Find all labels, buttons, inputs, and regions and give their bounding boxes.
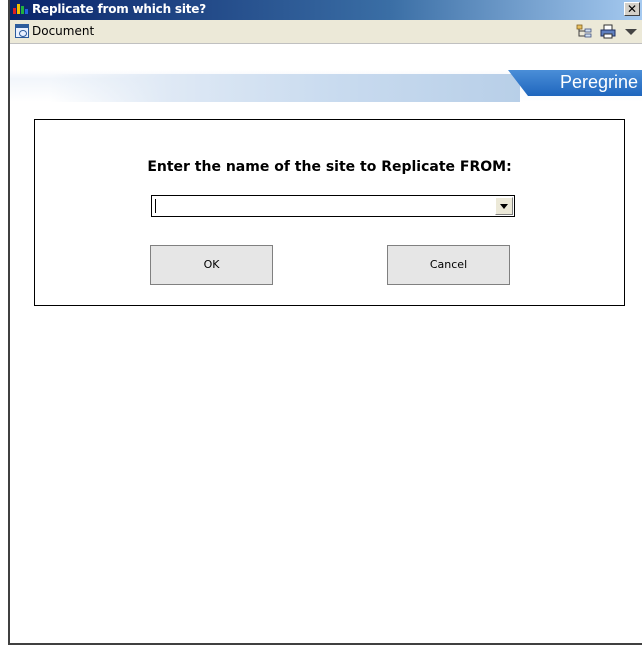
dropdown-menu-icon[interactable] [625,29,637,35]
header-banner: Peregrine [10,44,642,102]
prompt-label: Enter the name of the site to Replicate … [147,159,512,175]
close-button[interactable]: ✕ [624,2,640,16]
cancel-button[interactable]: Cancel [387,245,510,285]
brand-logo-text: Peregrine [559,72,638,92]
title-bar[interactable]: Replicate from which site? ✕ [10,0,642,20]
document-icon [15,24,29,38]
banner-glow [50,74,520,102]
text-caret [155,199,156,213]
tree-view-icon[interactable] [576,24,592,39]
app-icon [13,4,29,16]
document-tab[interactable]: Document [32,24,94,38]
site-select[interactable] [151,195,515,217]
chevron-down-icon[interactable] [495,197,513,215]
toolbar: Document [10,20,642,44]
dialog-window: Replicate from which site? ✕ Document Pe… [8,0,642,645]
print-icon[interactable] [600,24,616,39]
window-title: Replicate from which site? [32,2,206,16]
site-selection-panel: Enter the name of the site to Replicate … [34,119,625,306]
ok-button[interactable]: OK [150,245,273,285]
